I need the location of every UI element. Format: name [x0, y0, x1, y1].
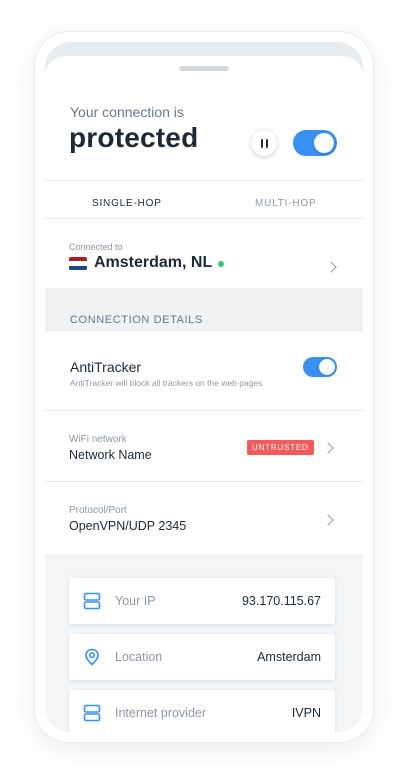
toggle-knob	[319, 359, 335, 375]
pause-icon	[260, 138, 263, 148]
wifi-network-name[interactable]: Network Name	[69, 448, 152, 462]
antitracker-toggle[interactable]	[303, 357, 337, 377]
pause-button[interactable]	[251, 130, 277, 156]
tab-single-hop[interactable]: SINGLE-HOP	[92, 198, 162, 209]
protocol-value[interactable]: OpenVPN/UDP 2345	[69, 519, 186, 533]
server-location[interactable]: Amsterdam, NL	[94, 254, 212, 272]
chevron-right-icon[interactable]	[322, 514, 334, 526]
phone-frame: Your connection is protected SINGLE-HOP …	[35, 32, 373, 742]
netherlands-flag-icon	[69, 257, 87, 270]
connection-sheet: Your connection is protected SINGLE-HOP …	[45, 56, 363, 732]
info-card-location: Location Amsterdam	[69, 634, 335, 680]
connected-to-label: Connected to	[69, 242, 123, 252]
divider	[45, 410, 363, 411]
location-value: Amsterdam	[257, 650, 321, 664]
wifi-label: WiFi network	[69, 434, 127, 445]
server-icon	[83, 592, 101, 610]
chevron-right-icon[interactable]	[322, 442, 334, 454]
provider-label: Internet provider	[115, 706, 207, 720]
ip-value: 93.170.115.67	[241, 594, 321, 608]
chevron-right-icon[interactable]	[325, 261, 337, 273]
location-pin-icon	[85, 648, 99, 666]
connected-indicator-icon	[218, 261, 224, 267]
server-icon	[83, 704, 101, 722]
protocol-label: Protocol/Port	[69, 505, 127, 516]
divider	[45, 481, 363, 482]
divider	[45, 218, 363, 219]
info-card-provider: Internet provider IVPN	[69, 690, 335, 732]
section-title: CONNECTION DETAILS	[70, 314, 203, 326]
tab-multi-hop[interactable]: MULTI-HOP	[255, 198, 316, 209]
antitracker-description: AntiTracker will block all trackers on t…	[70, 378, 263, 388]
location-label: Location	[115, 650, 163, 664]
connection-toggle[interactable]	[293, 130, 337, 156]
antitracker-title: AntiTracker	[70, 359, 142, 375]
provider-value: IVPN	[291, 706, 321, 720]
pause-icon-bar	[265, 138, 268, 148]
flag-stripe	[69, 265, 87, 270]
divider	[45, 330, 363, 331]
status-label: Your connection is	[70, 104, 184, 120]
info-card-ip: Your IP 93.170.115.67	[69, 578, 335, 624]
ip-label: Your IP	[115, 594, 156, 608]
toggle-knob	[314, 133, 334, 153]
status-value: protected	[69, 122, 199, 153]
drag-handle[interactable]	[179, 66, 229, 71]
untrusted-badge: UNTRUSTED	[247, 440, 314, 455]
divider	[45, 180, 363, 181]
screen: Your connection is protected SINGLE-HOP …	[45, 42, 363, 732]
